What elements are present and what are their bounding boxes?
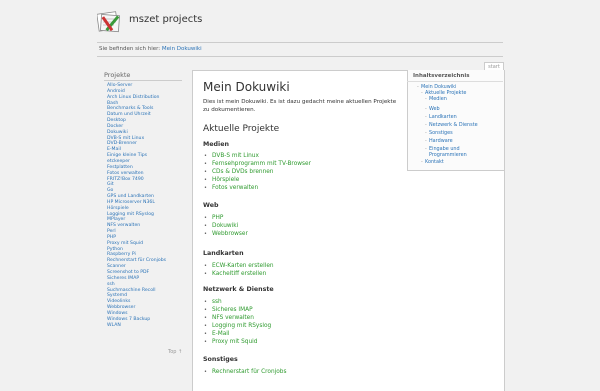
group-list-web: PHP Dokuwiki Webbrowser xyxy=(212,214,248,238)
section-title: Aktuelle Projekte xyxy=(203,124,280,134)
page-link[interactable]: Dokuwiki xyxy=(212,222,248,230)
group-title-landkarten: Landkarten xyxy=(203,250,244,257)
toc-item[interactable]: Hardware xyxy=(425,138,453,145)
page-link[interactable]: ssh xyxy=(212,298,271,306)
toc-item[interactable]: Netzwerk & Dienste xyxy=(425,122,478,129)
intro-text: Dies ist mein Dokuwiki. Es ist dazu geda… xyxy=(203,99,397,113)
sidebar-title: Projekte xyxy=(104,71,182,81)
group-title-netzwerk: Netzwerk & Dienste xyxy=(203,286,274,293)
page-link[interactable]: NFS verwalten xyxy=(212,314,271,322)
group-list-medien: DVB-S mit Linux Fernsehprogramm mit TV-B… xyxy=(212,152,311,192)
breadcrumb: Sie befinden sich hier: Mein Dokuwiki xyxy=(99,46,202,52)
group-title-web: Web xyxy=(203,202,219,209)
page-link[interactable]: CDs & DVDs brennen xyxy=(212,168,311,176)
sidebar: Projekte Allo-Server Android Arch Linux Di… xyxy=(104,71,182,328)
breadcrumb-current[interactable]: Mein Dokuwiki xyxy=(162,46,202,52)
page-link[interactable]: Webbrowser xyxy=(212,230,248,238)
toc-item[interactable]: Sonstiges xyxy=(425,130,453,137)
page-link[interactable]: Kacheltiff erstellen xyxy=(212,270,274,278)
dokuwiki-logo[interactable] xyxy=(97,10,123,34)
breadcrumb-divider xyxy=(97,56,503,57)
breadcrumb-prefix: Sie befinden sich hier: xyxy=(99,46,161,52)
page-link[interactable]: E-Mail xyxy=(212,330,271,338)
group-list-netzwerk: ssh Sicheres IMAP NFS verwalten Logging … xyxy=(212,298,271,347)
toc-item[interactable]: Web xyxy=(425,106,440,113)
header-divider xyxy=(97,42,503,43)
group-title-sonstiges: Sonstiges xyxy=(203,356,238,363)
group-list-landkarten: ECW-Karten erstellen Kacheltiff erstelle… xyxy=(212,262,274,278)
page-link[interactable]: Logging mit RSyslog xyxy=(212,322,271,330)
toc-divider xyxy=(407,81,503,82)
page-link[interactable]: Fernsehprogramm mit TV-Browser xyxy=(212,160,311,168)
page-link[interactable]: PHP xyxy=(212,214,248,222)
group-title-medien: Medien xyxy=(203,141,229,148)
sidebar-list: Allo-Server Android Arch Linux Distributio… xyxy=(107,83,182,328)
page-link[interactable]: Hörspiele xyxy=(212,176,311,184)
sidebar-item[interactable]: WLAN xyxy=(107,323,182,329)
header: mszet projects xyxy=(0,0,600,44)
page-link[interactable]: ECW-Karten erstellen xyxy=(212,262,274,270)
toc-item[interactable]: Eingabe und Programmieren xyxy=(425,146,493,158)
toc-item[interactable]: Kontakt xyxy=(421,159,444,166)
toc-item[interactable]: Landkarten xyxy=(425,114,457,121)
site-title[interactable]: mszet projects xyxy=(129,14,202,25)
page-link[interactable]: Fotos verwalten xyxy=(212,184,311,192)
toc-title: Inhaltsverzeichnis xyxy=(413,73,470,79)
toc-item[interactable]: Medien xyxy=(425,96,447,103)
page-title: Mein Dokuwiki xyxy=(203,80,290,94)
page-link[interactable]: Sicheres IMAP xyxy=(212,306,271,314)
top-link[interactable]: Top ↑ xyxy=(168,349,182,355)
page-link[interactable]: DVB-S mit Linux xyxy=(212,152,311,160)
page-link[interactable]: Proxy mit Squid xyxy=(212,338,271,346)
